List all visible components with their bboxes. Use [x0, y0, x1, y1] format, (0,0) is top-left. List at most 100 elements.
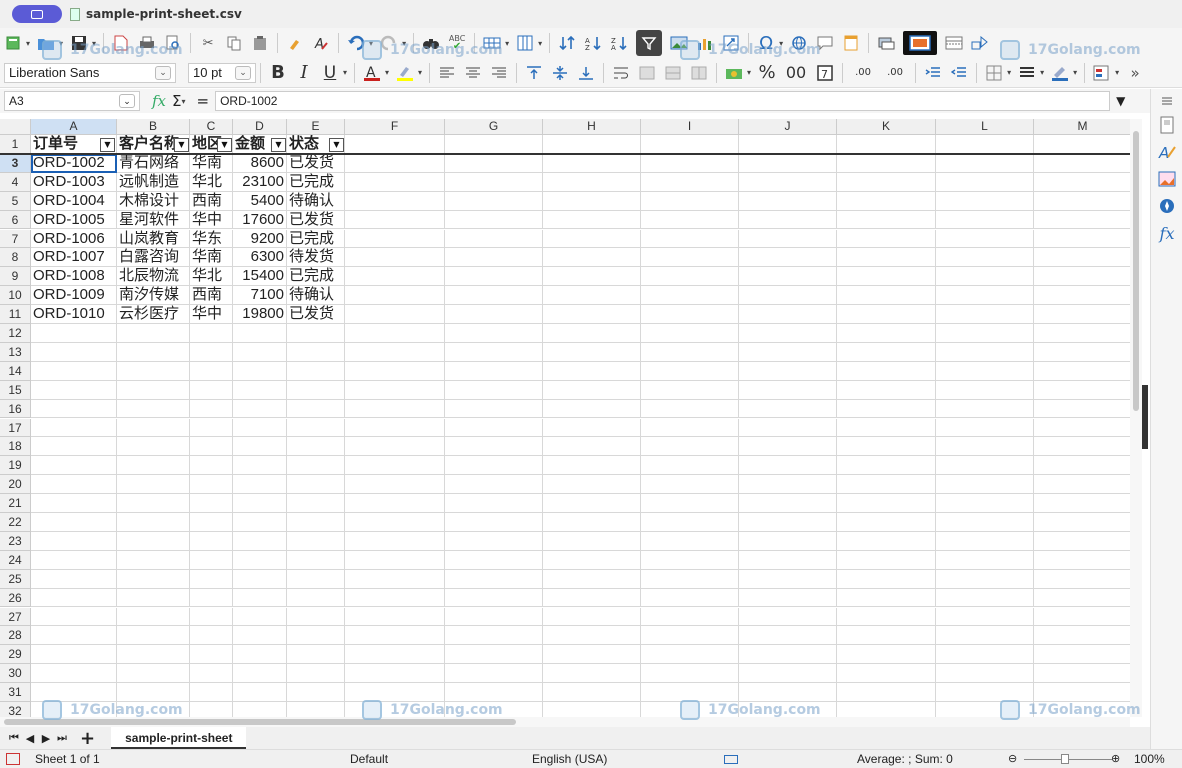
row-header-9[interactable]: 9 — [0, 267, 31, 287]
cell[interactable] — [936, 664, 1034, 684]
data-cell[interactable]: 华东 — [190, 229, 233, 249]
cell[interactable] — [936, 342, 1034, 362]
cell[interactable] — [837, 494, 936, 513]
cell[interactable] — [936, 645, 1034, 665]
sort-descending-icon[interactable]: ZA — [610, 34, 628, 52]
cell[interactable] — [445, 683, 543, 702]
row-header-22[interactable]: 22 — [0, 513, 31, 532]
data-cell[interactable]: 19800 — [233, 305, 287, 324]
cell[interactable] — [936, 135, 1034, 154]
cell[interactable] — [936, 324, 1034, 343]
cell[interactable] — [117, 531, 190, 551]
sum-dropdown-icon[interactable]: ▾ — [182, 97, 186, 106]
cell[interactable] — [233, 513, 287, 532]
row-header-10[interactable]: 10 — [0, 286, 31, 306]
properties-icon[interactable] — [1157, 115, 1177, 135]
cell[interactable] — [287, 399, 345, 419]
cell[interactable] — [345, 267, 445, 287]
cell[interactable] — [641, 569, 739, 589]
cell[interactable] — [837, 626, 936, 646]
cell[interactable] — [936, 229, 1034, 249]
data-cell[interactable]: 17600 — [233, 210, 287, 230]
cell[interactable] — [739, 153, 837, 173]
cut-icon[interactable]: ✂ — [199, 34, 217, 52]
cell[interactable] — [837, 683, 936, 702]
row-header-12[interactable]: 12 — [0, 324, 31, 343]
cell[interactable] — [190, 702, 233, 717]
name-box[interactable]: A3 ⌄ — [4, 91, 140, 111]
font-name-combobox[interactable]: Liberation Sans ⌄ — [4, 62, 176, 83]
cell[interactable] — [31, 683, 117, 702]
cell[interactable] — [31, 645, 117, 665]
cell[interactable] — [190, 342, 233, 362]
borders-dropdown-icon[interactable]: ▾ — [1007, 68, 1011, 77]
cell[interactable] — [1034, 362, 1130, 381]
align-right-icon[interactable] — [490, 64, 508, 82]
conditional-dropdown-icon[interactable]: ▾ — [1115, 68, 1119, 77]
cell[interactable] — [641, 305, 739, 324]
column-header-k[interactable]: K — [837, 119, 936, 135]
align-center-icon[interactable] — [464, 64, 482, 82]
cell[interactable] — [641, 475, 739, 495]
cell[interactable] — [641, 267, 739, 287]
underline-button[interactable]: U — [321, 63, 339, 83]
cell[interactable] — [233, 456, 287, 476]
currency-dropdown-icon[interactable]: ▾ — [747, 68, 751, 77]
cell[interactable] — [31, 475, 117, 495]
data-cell[interactable]: ORD-1004 — [31, 191, 117, 211]
row-header-14[interactable]: 14 — [0, 361, 31, 381]
cell[interactable] — [345, 172, 445, 192]
cell[interactable] — [31, 702, 117, 717]
cell[interactable] — [445, 172, 543, 192]
cell[interactable] — [1034, 437, 1130, 457]
cell[interactable] — [190, 494, 233, 513]
cell[interactable] — [739, 210, 837, 230]
align-left-icon[interactable] — [438, 64, 456, 82]
cell[interactable] — [445, 305, 543, 324]
cell[interactable] — [543, 607, 641, 627]
cell[interactable] — [936, 569, 1034, 589]
cell[interactable] — [345, 418, 445, 438]
cell[interactable] — [287, 702, 345, 717]
cell[interactable] — [233, 475, 287, 495]
cell[interactable] — [190, 531, 233, 551]
open-dropdown-icon[interactable]: ▾ — [59, 39, 63, 48]
data-cell[interactable]: 华中 — [190, 305, 233, 324]
cell[interactable] — [641, 437, 739, 457]
cell[interactable] — [936, 607, 1034, 627]
cell[interactable] — [445, 361, 543, 381]
cell[interactable] — [641, 361, 739, 381]
cell[interactable] — [739, 645, 837, 665]
cell[interactable] — [190, 550, 233, 570]
align-top-icon[interactable] — [525, 64, 543, 82]
data-cell[interactable]: ORD-1003 — [31, 172, 117, 192]
name-box-dropdown-icon[interactable]: ⌄ — [119, 94, 135, 108]
cell[interactable] — [445, 437, 543, 457]
cell[interactable] — [233, 361, 287, 381]
cell[interactable] — [1034, 702, 1130, 717]
row-header-32[interactable]: 32 — [0, 702, 31, 717]
cell[interactable] — [31, 664, 117, 684]
cell[interactable] — [641, 531, 739, 551]
cell[interactable] — [445, 324, 543, 343]
row-header-16[interactable]: 16 — [0, 399, 31, 419]
cell[interactable] — [445, 588, 543, 608]
cell[interactable] — [641, 456, 739, 476]
cell[interactable] — [936, 513, 1034, 532]
cell[interactable] — [837, 286, 936, 306]
cell[interactable] — [543, 361, 641, 381]
function-wizard-button[interactable]: fx — [152, 92, 166, 110]
cell[interactable] — [117, 683, 190, 702]
cell[interactable] — [445, 513, 543, 532]
cell[interactable] — [233, 645, 287, 665]
cell[interactable] — [287, 475, 345, 495]
cell[interactable] — [641, 702, 739, 717]
add-sheet-icon[interactable]: + — [80, 728, 95, 749]
cell[interactable] — [936, 475, 1034, 495]
gallery-icon[interactable] — [1157, 169, 1177, 189]
row-header-7[interactable]: 7 — [0, 229, 31, 249]
cell[interactable] — [233, 683, 287, 702]
cell[interactable] — [1034, 267, 1130, 287]
redo-dropdown-icon[interactable]: ▾ — [402, 39, 406, 48]
column-header-f[interactable]: F — [345, 119, 445, 135]
